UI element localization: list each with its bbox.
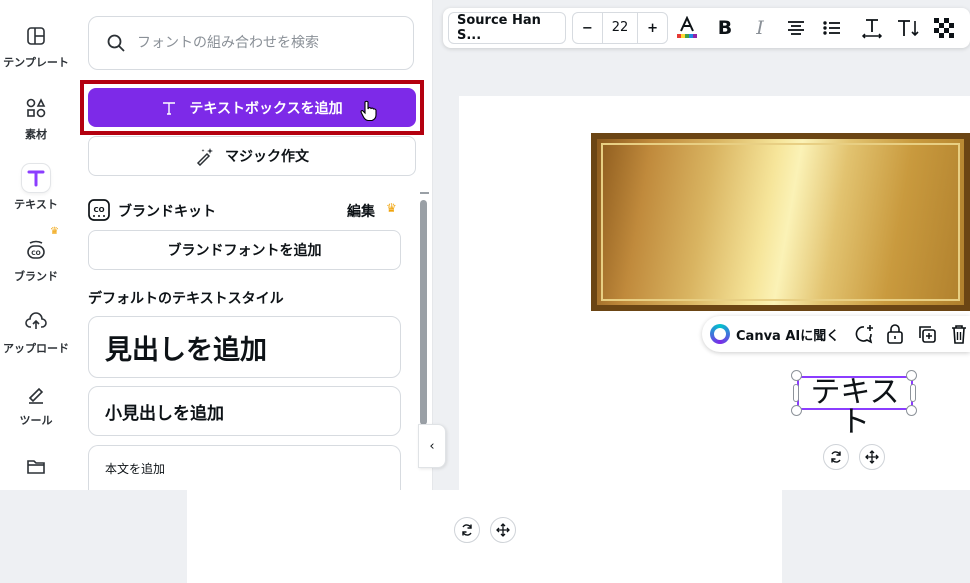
- rail-label: アップロード: [3, 342, 69, 355]
- canva-ai-icon: [710, 324, 730, 344]
- rail-brand[interactable]: ♛ CO ブランド: [0, 226, 72, 284]
- add-subheading-label: 小見出しを追加: [105, 403, 224, 424]
- collapse-panel-button[interactable]: ‹: [418, 424, 446, 468]
- add-body-label: 本文を追加: [105, 461, 166, 476]
- rail-elements[interactable]: 素材: [0, 94, 72, 142]
- rail-text[interactable]: テキスト: [0, 164, 72, 212]
- search-icon: [107, 34, 125, 52]
- comment-add-icon[interactable]: [853, 323, 875, 345]
- text-color-button[interactable]: [675, 8, 699, 48]
- rail-templates[interactable]: テンプレート: [0, 22, 72, 70]
- add-body-button[interactable]: 本文を追加: [88, 445, 401, 490]
- brand-kit-icon: CO: [88, 199, 110, 221]
- text-color-icon: [677, 16, 697, 38]
- gold-plate-image[interactable]: [591, 133, 970, 311]
- panel-scrollbar[interactable]: [420, 200, 427, 425]
- left-rail: テンプレート 素材 テキスト ♛ CO ブランド アップロード ツール: [0, 0, 72, 490]
- rail-label: テンプレート: [3, 56, 69, 69]
- resize-handle[interactable]: [791, 370, 802, 381]
- side-handle[interactable]: [910, 384, 916, 402]
- resize-handle[interactable]: [906, 405, 917, 416]
- magic-pen-icon: [196, 148, 213, 166]
- chevron-left-icon: ‹: [429, 438, 435, 454]
- default-styles-heading: デフォルトのテキストスタイル: [88, 291, 284, 307]
- move-icon[interactable]: [490, 517, 516, 543]
- rail-tools[interactable]: ツール: [0, 380, 72, 428]
- tools-icon: [22, 380, 50, 408]
- move-icon[interactable]: [859, 444, 885, 470]
- font-size-input[interactable]: 22: [601, 13, 639, 43]
- highlight-annotation-box: [80, 80, 424, 135]
- font-size-decrease-button[interactable]: −: [573, 21, 602, 36]
- align-center-icon[interactable]: [784, 8, 808, 48]
- rotate-icon[interactable]: [823, 444, 849, 470]
- brand-kit-title: ブランドキット: [118, 204, 216, 220]
- crown-icon: ♛: [50, 226, 59, 237]
- italic-icon[interactable]: I: [748, 8, 772, 48]
- trash-icon[interactable]: [949, 323, 969, 345]
- list-icon[interactable]: [820, 8, 844, 48]
- folder-icon: [22, 452, 50, 480]
- rail-label: 素材: [25, 128, 47, 141]
- rail-label: ブランド: [14, 270, 58, 283]
- svg-text:CO: CO: [93, 206, 104, 214]
- add-subheading-button[interactable]: 小見出しを追加: [88, 386, 401, 436]
- font-family-value: Source Han S...: [457, 13, 541, 43]
- add-heading-button[interactable]: 見出しを追加: [88, 316, 401, 378]
- elements-icon: [22, 94, 50, 122]
- context-menu: Canva AIに聞く: [702, 316, 970, 352]
- font-family-dropdown[interactable]: Source Han S...: [448, 12, 566, 44]
- edit-link[interactable]: 編集: [347, 201, 375, 221]
- template-icon: [22, 22, 50, 50]
- font-search-box[interactable]: [88, 16, 414, 70]
- search-input[interactable]: [135, 34, 399, 52]
- bold-icon[interactable]: B: [713, 8, 737, 48]
- side-handle[interactable]: [793, 384, 799, 402]
- next-page: [187, 490, 782, 583]
- selected-text-element[interactable]: テキスト: [797, 376, 913, 438]
- magic-write-button[interactable]: マジック作文: [88, 136, 416, 176]
- font-size-control: − 22 +: [572, 12, 668, 44]
- rail-projects[interactable]: [0, 452, 72, 484]
- svg-text:CO: CO: [31, 250, 41, 257]
- rail-label: ツール: [19, 414, 53, 427]
- resize-handle[interactable]: [791, 405, 802, 416]
- text-size-icon[interactable]: [895, 8, 921, 48]
- transparency-icon[interactable]: [932, 8, 956, 48]
- brand-icon: CO: [22, 236, 50, 264]
- rail-label: テキスト: [14, 198, 58, 211]
- text-icon: [22, 164, 50, 192]
- rotate-icon[interactable]: [454, 517, 480, 543]
- lock-icon[interactable]: [885, 323, 905, 345]
- resize-handle[interactable]: [906, 370, 917, 381]
- rail-upload[interactable]: アップロード: [0, 308, 72, 356]
- font-size-increase-button[interactable]: +: [638, 21, 667, 36]
- add-brand-font-label: ブランドフォントを追加: [167, 243, 322, 259]
- duplicate-icon[interactable]: [917, 324, 937, 344]
- upload-icon: [22, 308, 50, 336]
- letter-spacing-icon[interactable]: [859, 8, 885, 48]
- magic-write-label: マジック作文: [225, 149, 309, 165]
- canva-ai-button[interactable]: Canva AIに聞く: [736, 325, 839, 344]
- add-brand-font-button[interactable]: ブランドフォントを追加: [88, 230, 401, 270]
- scrollbar-cap: [420, 192, 429, 194]
- crown-icon: ♛: [386, 201, 397, 215]
- add-heading-label: 見出しを追加: [105, 334, 267, 366]
